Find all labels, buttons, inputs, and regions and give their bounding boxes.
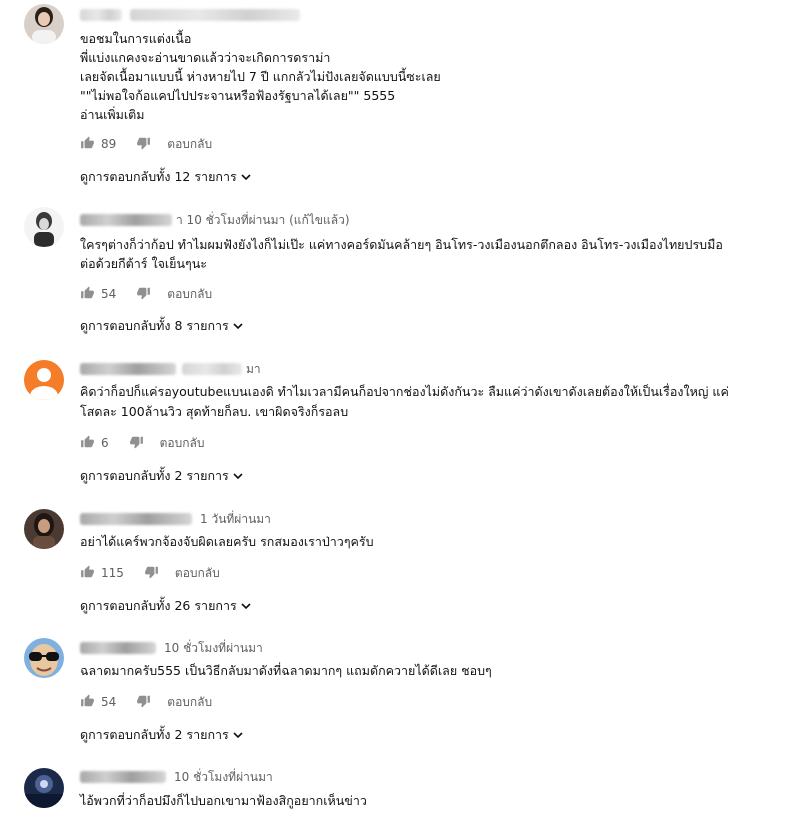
comment-meta: 10 ชั่วโมงที่ผ่านมา — [80, 639, 263, 657]
chevron-down-icon — [233, 323, 243, 330]
comment-actions: 115 ตอบกลับ — [80, 563, 220, 583]
thumbs-up-icon[interactable] — [80, 135, 95, 154]
comment-meta — [80, 6, 300, 24]
view-replies-label: ดูการตอบกลับทั้ง 12 รายการ — [80, 169, 237, 184]
comment-text: โสดละ 100ล้านวิว สุดท้ายก็ลบ. เขาผิดจริง… — [80, 404, 349, 419]
avatar[interactable] — [24, 207, 64, 247]
reply-button[interactable]: ตอบกลับ — [160, 434, 205, 453]
chevron-down-icon — [233, 732, 243, 739]
author-name-blurred[interactable] — [80, 363, 176, 375]
comment-actions: 54 ตอบกลับ — [80, 284, 212, 304]
thumbs-down-icon[interactable] — [129, 434, 144, 453]
comment-text: ไอ้พวกที่ว่าก็อปมึงก็ไปบอกเขามาฟ้องสิกูอ… — [80, 793, 367, 808]
author-name-blurred[interactable] — [80, 214, 172, 226]
view-replies-label: ดูการตอบกลับทั้ง 2 รายการ — [80, 727, 229, 742]
reply-button[interactable]: ตอบกลับ — [167, 135, 212, 154]
avatar[interactable] — [24, 638, 64, 678]
timestamp-blurred — [130, 9, 300, 21]
like-count: 115 — [101, 566, 124, 580]
comment-meta: 10 ชั่วโมงที่ผ่านมา — [80, 768, 273, 786]
comment-actions: 6 ตอบกลับ — [80, 433, 205, 453]
author-name-blurred[interactable] — [80, 9, 122, 21]
comment-meta: า 10 ชั่วโมงที่ผ่านมา (แก้ไขแล้ว) — [80, 211, 350, 229]
comment-text: พี่แบ่งแกคงจะอ่านขาดแล้วว่าจะเกิดการดราม… — [80, 50, 331, 65]
comment-text: ฉลาดมากครับ555 เป็นวิธีกลับมาดังที่ฉลาดม… — [80, 663, 492, 678]
timestamp: 10 ชั่วโมงที่ผ่านมา — [174, 769, 273, 784]
reply-button[interactable]: ตอบกลับ — [175, 564, 220, 583]
view-replies-link[interactable]: ดูการตอบกลับทั้ง 26 รายการ — [80, 596, 252, 616]
comment-text: ""ไม่พอใจก้อแคปไปประจานหรือฟ้องรัฐบาลได้… — [80, 88, 396, 103]
thumbs-up-icon[interactable] — [80, 564, 95, 583]
timestamp: า 10 ชั่วโมงที่ผ่านมา (แก้ไขแล้ว) — [176, 212, 350, 227]
comment-text: อย่าได้แคร์พวกจ้องจับผิดเลยครับ รกสมองเร… — [80, 534, 374, 549]
view-replies-link[interactable]: ดูการตอบกลับทั้ง 2 รายการ — [80, 725, 244, 745]
view-replies-link[interactable]: ดูการตอบกลับทั้ง 2 รายการ — [80, 466, 244, 486]
avatar[interactable] — [24, 4, 64, 44]
chevron-down-icon — [241, 603, 251, 610]
thumbs-down-icon[interactable] — [136, 135, 151, 154]
comment-actions: 89 ตอบกลับ — [80, 134, 212, 154]
thumbs-down-icon[interactable] — [136, 693, 151, 712]
reply-button[interactable]: ตอบกลับ — [167, 693, 212, 712]
timestamp: 1 วันที่ผ่านมา — [200, 511, 271, 526]
timestamp-blurred — [182, 363, 242, 375]
author-name-blurred[interactable] — [80, 642, 156, 654]
thumbs-up-icon[interactable] — [80, 434, 95, 453]
like-count: 54 — [101, 287, 117, 301]
thumbs-up-icon[interactable] — [80, 693, 95, 712]
comment-text: เลยจัดเนื้อมาแบบนี้ ห่างหายไป 7 ปี แกกลั… — [80, 69, 441, 84]
read-more-link[interactable]: อ่านเพิ่มเติม — [80, 105, 144, 124]
view-replies-label: ดูการตอบกลับทั้ง 8 รายการ — [80, 318, 229, 333]
avatar[interactable] — [24, 768, 64, 808]
comment-actions: 54 ตอบกลับ — [80, 692, 212, 712]
like-count: 6 — [101, 436, 109, 450]
thumbs-down-icon[interactable] — [144, 564, 159, 583]
view-replies-link[interactable]: ดูการตอบกลับทั้ง 12 รายการ — [80, 167, 252, 187]
view-replies-link[interactable]: ดูการตอบกลับทั้ง 8 รายการ — [80, 316, 244, 336]
comment-text: ขอชมในการแต่งเนื้อ — [80, 31, 192, 46]
comment-text: ใครๆต่างก็ว่าก้อป ทำไมผมฟังยังไงก็ไม่เป๊… — [80, 237, 723, 252]
avatar[interactable] — [24, 360, 64, 400]
timestamp: 10 ชั่วโมงที่ผ่านมา — [164, 640, 263, 655]
like-count: 89 — [101, 137, 117, 151]
reply-button[interactable]: ตอบกลับ — [167, 285, 212, 304]
comment-text: ต่อด้วยกีต้าร์ ใจเย็นๆนะ — [80, 256, 208, 271]
timestamp: มา — [246, 361, 261, 376]
avatar[interactable] — [24, 509, 64, 549]
comment-text: คิดว่าก็อปก็แค่รอyoutubeแบนเองดิ ทำไมเวล… — [80, 384, 729, 399]
thumbs-down-icon[interactable] — [136, 285, 151, 304]
comment-meta: 1 วันที่ผ่านมา — [80, 510, 271, 528]
view-replies-label: ดูการตอบกลับทั้ง 26 รายการ — [80, 598, 237, 613]
author-name-blurred[interactable] — [80, 771, 166, 783]
author-name-blurred[interactable] — [80, 513, 192, 525]
like-count: 54 — [101, 695, 117, 709]
thumbs-up-icon[interactable] — [80, 285, 95, 304]
view-replies-label: ดูการตอบกลับทั้ง 2 รายการ — [80, 468, 229, 483]
chevron-down-icon — [241, 174, 251, 181]
comment-meta: มา — [80, 360, 261, 378]
chevron-down-icon — [233, 473, 243, 480]
